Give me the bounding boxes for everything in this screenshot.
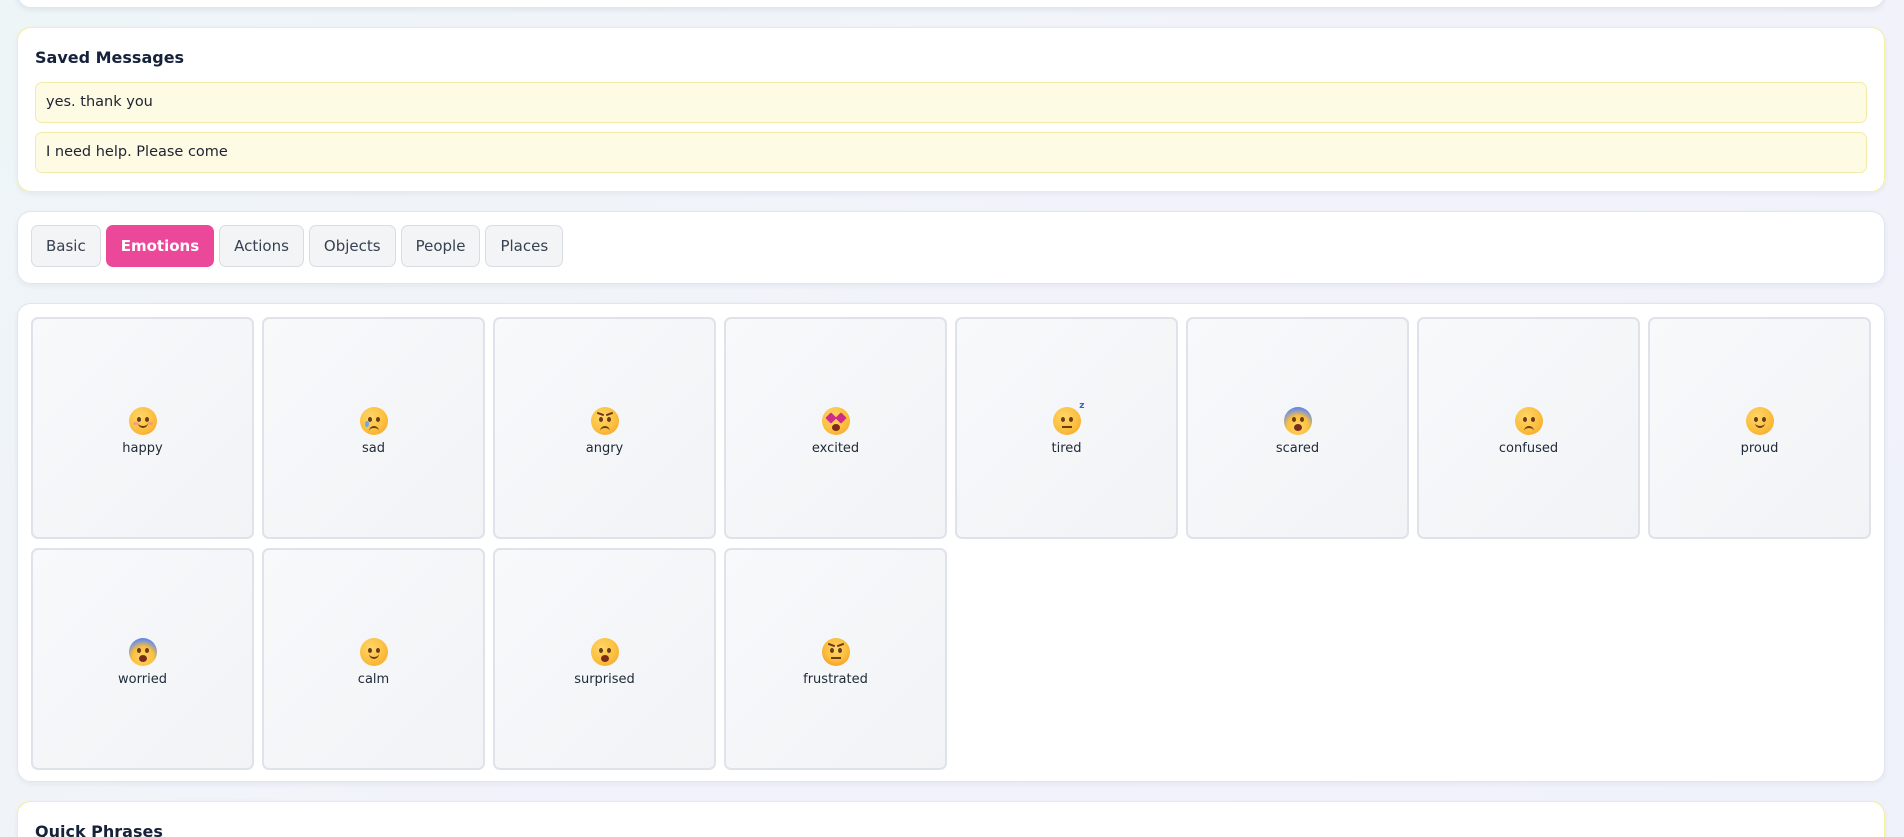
emotion-grid: happy sad angry excited z tired scared c… bbox=[17, 303, 1885, 782]
tab-actions[interactable]: Actions bbox=[219, 225, 304, 267]
steaming-face-icon bbox=[821, 638, 850, 666]
saved-message-item[interactable]: yes. thank you bbox=[35, 82, 1867, 123]
emotion-tile-scared[interactable]: scared bbox=[1186, 317, 1409, 539]
quick-phrases-panel: Quick Phrases bbox=[17, 801, 1885, 837]
tile-label: worried bbox=[118, 672, 167, 687]
tile-label: tired bbox=[1051, 441, 1082, 456]
previous-panel bbox=[17, 0, 1885, 8]
emotion-tile-surprised[interactable]: surprised bbox=[493, 548, 716, 770]
tab-objects[interactable]: Objects bbox=[308, 225, 396, 267]
astonished-face-icon bbox=[590, 638, 619, 666]
confused-face-icon bbox=[1514, 407, 1543, 435]
relieved-face-icon bbox=[1745, 407, 1774, 435]
tile-label: confused bbox=[1498, 441, 1559, 456]
smiling-face-icon bbox=[128, 407, 157, 435]
emotion-tile-happy[interactable]: happy bbox=[31, 317, 254, 539]
calm-face-icon bbox=[359, 638, 388, 666]
tile-label: frustrated bbox=[803, 672, 868, 687]
emotion-tile-angry[interactable]: angry bbox=[493, 317, 716, 539]
angry-face-icon bbox=[590, 407, 619, 435]
star-struck-face-icon bbox=[821, 407, 850, 435]
app-page: Saved Messages yes. thank you I need hel… bbox=[0, 0, 1904, 837]
emotion-tile-tired[interactable]: z tired bbox=[955, 317, 1178, 539]
tile-label: excited bbox=[811, 441, 860, 456]
crying-face-icon bbox=[359, 407, 388, 435]
sleeping-face-icon: z bbox=[1052, 401, 1085, 435]
tile-label: calm bbox=[357, 672, 390, 687]
saved-messages-panel: Saved Messages yes. thank you I need hel… bbox=[17, 27, 1885, 192]
saved-messages-title: Saved Messages bbox=[35, 48, 185, 67]
quick-phrases-title: Quick Phrases bbox=[35, 822, 163, 837]
tab-places[interactable]: Places bbox=[485, 225, 564, 267]
tile-label: surprised bbox=[574, 672, 635, 687]
emotion-tile-excited[interactable]: excited bbox=[724, 317, 947, 539]
emotion-tile-frustrated[interactable]: frustrated bbox=[724, 548, 947, 770]
tab-people[interactable]: People bbox=[400, 225, 481, 267]
tile-label: scared bbox=[1275, 441, 1320, 456]
tab-basic[interactable]: Basic bbox=[31, 225, 101, 267]
emotion-tile-calm[interactable]: calm bbox=[262, 548, 485, 770]
screaming-face-icon bbox=[1283, 407, 1312, 435]
emotion-tile-sad[interactable]: sad bbox=[262, 317, 485, 539]
tile-label: happy bbox=[122, 441, 163, 456]
tile-label: proud bbox=[1740, 441, 1779, 456]
tile-label: sad bbox=[362, 441, 385, 456]
category-tabs: Basic Emotions Actions Objects People Pl… bbox=[17, 211, 1885, 284]
fearful-face-icon bbox=[128, 638, 157, 666]
tab-emotions[interactable]: Emotions bbox=[105, 225, 215, 267]
emotion-tile-worried[interactable]: worried bbox=[31, 548, 254, 770]
emotion-tile-confused[interactable]: confused bbox=[1417, 317, 1640, 539]
emotion-tile-proud[interactable]: proud bbox=[1648, 317, 1871, 539]
saved-message-item[interactable]: I need help. Please come bbox=[35, 132, 1867, 173]
tile-label: angry bbox=[585, 441, 624, 456]
